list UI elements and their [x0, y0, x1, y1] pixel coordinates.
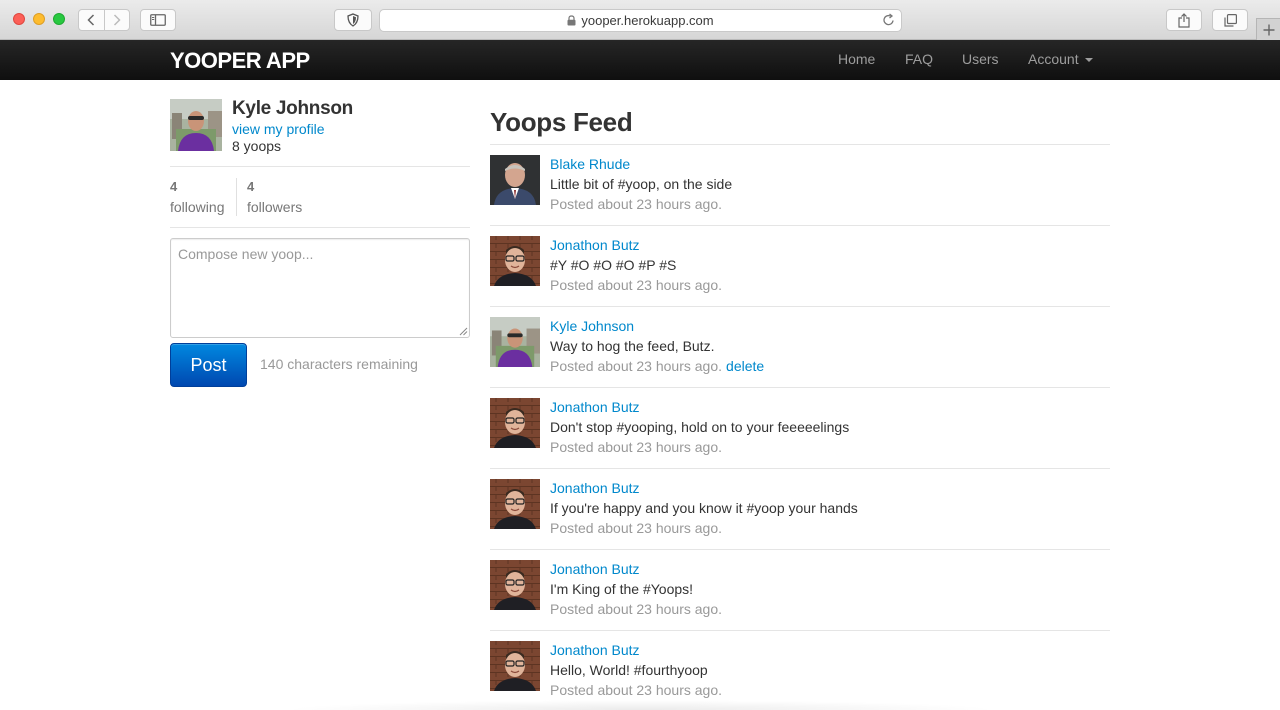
lock-icon: [567, 15, 576, 26]
back-icon: [87, 14, 95, 26]
feed-timestamp: Posted about 23 hours ago.: [550, 601, 723, 617]
feed-title: Yoops Feed: [490, 107, 633, 137]
feed-avatar[interactable]: [490, 641, 540, 691]
compose-yoop-input[interactable]: [170, 238, 470, 338]
shield-icon: [347, 13, 359, 27]
feed-item: Jonathon Butz Hello, World! #fourthyoop …: [490, 631, 1110, 710]
plus-icon: [1263, 24, 1274, 35]
feed-user-link[interactable]: Kyle Johnson: [550, 318, 634, 334]
feed-timestamp: Posted about 23 hours ago.: [550, 277, 723, 293]
feed-list: Blake Rhude Little bit of #yoop, on the …: [490, 145, 1110, 710]
reload-icon: [883, 13, 894, 26]
delete-yoop-link[interactable]: delete: [726, 358, 764, 374]
new-tab-button[interactable]: [1256, 18, 1280, 40]
page-edge-shadow: [280, 700, 1000, 710]
forward-icon: [113, 14, 121, 26]
forward-button[interactable]: [103, 10, 129, 30]
feed-avatar[interactable]: [490, 155, 540, 205]
sidebar-button[interactable]: [140, 9, 176, 31]
minimize-window-button[interactable]: [33, 13, 45, 25]
yoop-count: 8 yoops: [232, 138, 282, 154]
tabs-icon: [1223, 13, 1237, 27]
user-name: Kyle Johnson: [232, 98, 353, 119]
stats-divider: [236, 178, 237, 216]
caret-down-icon: [1084, 57, 1093, 62]
feed-user-link[interactable]: Jonathon Butz: [550, 480, 640, 496]
address-bar[interactable]: yooper.herokuapp.com: [379, 9, 902, 32]
feed-content: If you're happy and you know it #yoop yo…: [550, 500, 858, 516]
nav-account-dropdown[interactable]: Account: [1028, 51, 1093, 67]
feed-avatar[interactable]: [490, 398, 540, 448]
divider: [170, 166, 470, 167]
feed-user-link[interactable]: Jonathon Butz: [550, 642, 640, 658]
brand-logo[interactable]: YOOPER APP: [170, 48, 310, 74]
feed-content: I'm King of the #Yoops!: [550, 581, 694, 597]
feed-content: Don't stop #yooping, hold on to your fee…: [550, 419, 850, 435]
feed-avatar[interactable]: [490, 236, 540, 286]
address-url: yooper.herokuapp.com: [581, 13, 714, 28]
feed-item: Jonathon Butz #Y #O #O #O #P #S Posted a…: [490, 226, 1110, 307]
followers-label[interactable]: followers: [247, 199, 302, 215]
feed-timestamp-row: Posted about 23 hours ago. delete: [550, 358, 764, 374]
feed-content: #Y #O #O #O #P #S: [550, 257, 677, 273]
feed-content: Hello, World! #fourthyoop: [550, 662, 708, 678]
feed-avatar[interactable]: [490, 560, 540, 610]
feed-avatar[interactable]: [490, 317, 540, 367]
feed-timestamp: Posted about 23 hours ago.: [550, 196, 723, 212]
feed-item: Jonathon Butz Don't stop #yooping, hold …: [490, 388, 1110, 469]
nav-faq[interactable]: FAQ: [905, 51, 933, 67]
feed-content: Way to hog the feed, Butz.: [550, 338, 715, 354]
reload-button[interactable]: [882, 13, 895, 27]
sidebar-icon: [150, 14, 166, 26]
feed-timestamp: Posted about 23 hours ago.: [550, 520, 723, 536]
feed-timestamp: Posted about 23 hours ago.: [550, 439, 723, 455]
following-label[interactable]: following: [170, 199, 224, 215]
feed-user-link[interactable]: Jonathon Butz: [550, 399, 640, 415]
browser-toolbar: yooper.herokuapp.com: [0, 0, 1280, 40]
tab-overview-button[interactable]: [1212, 9, 1248, 31]
view-profile-link[interactable]: view my profile: [232, 121, 325, 137]
divider: [170, 227, 470, 228]
followers-count[interactable]: 4: [247, 179, 254, 194]
share-icon: [1178, 12, 1190, 28]
feed-user-link[interactable]: Jonathon Butz: [550, 561, 640, 577]
post-button[interactable]: Post: [170, 343, 247, 387]
characters-remaining: 140 characters remaining: [260, 356, 418, 372]
feed-item: Blake Rhude Little bit of #yoop, on the …: [490, 145, 1110, 226]
user-avatar[interactable]: [170, 99, 222, 151]
feed-user-link[interactable]: Jonathon Butz: [550, 237, 640, 253]
nav-account-label: Account: [1028, 51, 1079, 67]
feed-timestamp: Posted about 23 hours ago.: [550, 358, 723, 374]
zoom-window-button[interactable]: [53, 13, 65, 25]
history-nav: [78, 9, 130, 31]
app-navbar: YOOPER APP Home FAQ Users Account: [0, 40, 1280, 80]
feed-item: Jonathon Butz If you're happy and you kn…: [490, 469, 1110, 550]
feed-item: Jonathon Butz I'm King of the #Yoops! Po…: [490, 550, 1110, 631]
feed-avatar[interactable]: [490, 479, 540, 529]
following-count[interactable]: 4: [170, 179, 177, 194]
share-button[interactable]: [1166, 9, 1202, 31]
privacy-report-button[interactable]: [334, 9, 372, 31]
feed-timestamp: Posted about 23 hours ago.: [550, 682, 723, 698]
feed-user-link[interactable]: Blake Rhude: [550, 156, 630, 172]
feed-content: Little bit of #yoop, on the side: [550, 176, 733, 192]
nav-home[interactable]: Home: [838, 51, 875, 67]
feed-item: Kyle Johnson Way to hog the feed, Butz. …: [490, 307, 1110, 388]
back-button[interactable]: [79, 10, 104, 30]
nav-users[interactable]: Users: [962, 51, 999, 67]
close-window-button[interactable]: [13, 13, 25, 25]
